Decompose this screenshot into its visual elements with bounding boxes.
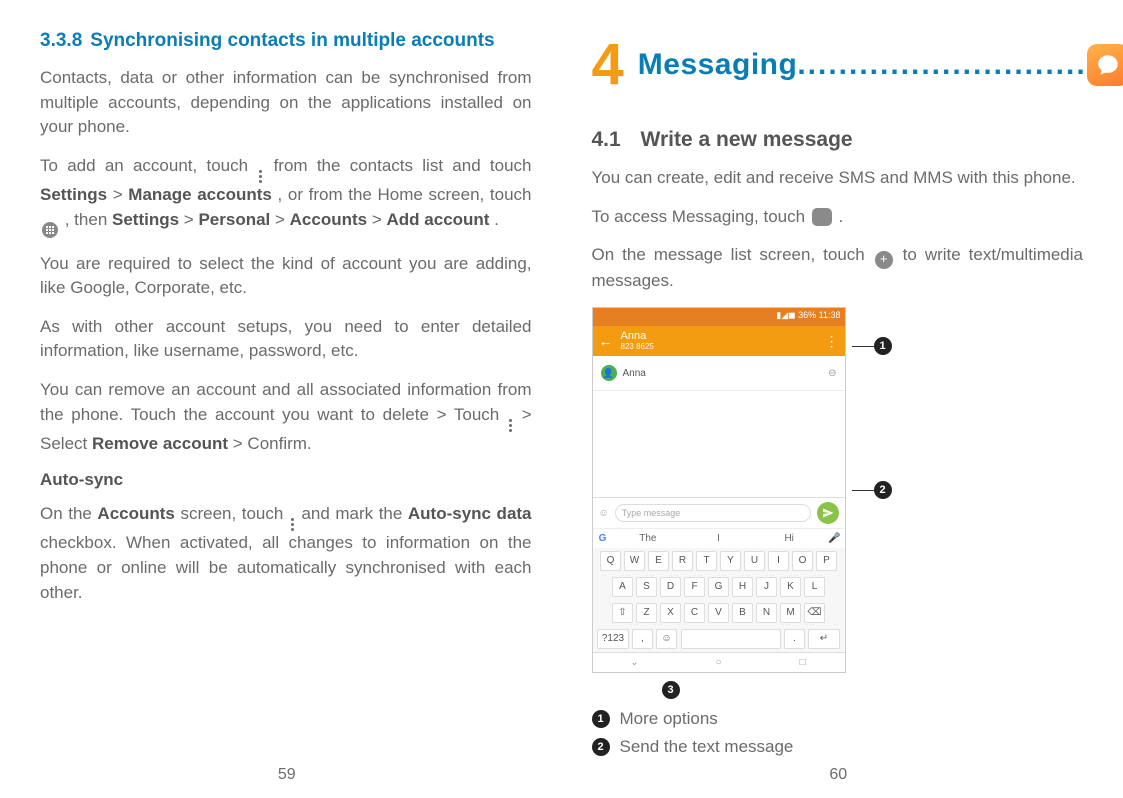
message-input: Type message xyxy=(615,504,811,522)
keyboard-key: M xyxy=(780,603,801,623)
contact-name: Anna xyxy=(621,331,654,342)
keyboard-key: A xyxy=(612,577,633,597)
paragraph: On the message list screen, touch + to w… xyxy=(592,243,1084,293)
keyboard-key: ⌫ xyxy=(804,603,825,623)
keyboard-key: I xyxy=(768,551,789,571)
keyboard-key: U xyxy=(744,551,765,571)
page-60: 4 Messaging............................ … xyxy=(562,0,1123,798)
keyboard-key: C xyxy=(684,603,705,623)
keyboard-key: ⇧ xyxy=(612,603,633,623)
page-59: 3.3.8 Synchronising contacts in multiple… xyxy=(0,0,562,798)
more-options-icon: ⋮ xyxy=(825,333,839,350)
keyboard-key: G xyxy=(708,577,729,597)
more-vert-icon xyxy=(509,419,512,432)
messaging-bubble-icon xyxy=(812,208,832,226)
keyboard-key: D xyxy=(660,577,681,597)
keyboard-key: T xyxy=(696,551,717,571)
callout-2: 2 xyxy=(852,481,892,499)
keyboard-key: E xyxy=(648,551,669,571)
section-title: Synchronising contacts in multiple accou… xyxy=(90,30,494,52)
keyboard-key: N xyxy=(756,603,777,623)
more-vert-icon xyxy=(259,170,262,183)
legend-item-1: 1 More options xyxy=(592,709,1084,729)
status-bar: ▮◢◼ 36% 11:38 xyxy=(593,308,845,326)
avatar-icon: 👤 xyxy=(601,365,617,381)
apps-grid-icon xyxy=(42,222,58,238)
keyboard-key: X xyxy=(660,603,681,623)
page-number-right: 60 xyxy=(592,766,1086,784)
paragraph: On the Accounts screen, touch and mark t… xyxy=(40,502,532,605)
keyboard-key: R xyxy=(672,551,693,571)
keyboard: QWERTYUIOP ASDFGHJKL ⇧ZXCVBNM⌫ ?123 , ☺ … xyxy=(593,548,845,652)
speech-bubble-icon xyxy=(1095,52,1121,78)
nav-home-icon: ○ xyxy=(677,657,761,668)
keyboard-key: L xyxy=(804,577,825,597)
keyboard-key: Y xyxy=(720,551,741,571)
chapter-number: 4 xyxy=(592,36,624,94)
keyboard-key: O xyxy=(792,551,813,571)
nav-recent-icon: □ xyxy=(761,657,845,668)
paragraph: As with other account setups, you need t… xyxy=(40,315,532,364)
send-icon xyxy=(822,507,834,519)
contact-phone: 823 8625 xyxy=(621,342,654,351)
symbols-key: ?123 xyxy=(597,629,629,649)
keyboard-key: K xyxy=(780,577,801,597)
recipient-chip: 👤 Anna ⊖ xyxy=(593,356,845,391)
autosync-heading: Auto-sync xyxy=(40,470,532,490)
figure-callouts: 1 2 xyxy=(852,307,892,499)
keyboard-key: Q xyxy=(600,551,621,571)
legend-item-2: 2 Send the text message xyxy=(592,737,1084,757)
compose-row: ☺ Type message xyxy=(593,497,845,528)
keyboard-key: Z xyxy=(636,603,657,623)
paragraph: You can create, edit and receive SMS and… xyxy=(592,166,1084,191)
back-arrow-icon: ← xyxy=(599,333,613,349)
chapter-header: 4 Messaging............................ xyxy=(592,36,1084,94)
keyboard-key: P xyxy=(816,551,837,571)
section-number: 3.3.8 xyxy=(40,30,82,52)
nav-bar: ⌄ ○ □ xyxy=(593,652,845,672)
section-heading-3-3-8: 3.3.8 Synchronising contacts in multiple… xyxy=(40,30,532,52)
google-icon: G xyxy=(593,529,613,548)
emoji-icon: ☺ xyxy=(599,508,609,519)
remove-chip-icon: ⊖ xyxy=(828,368,836,379)
chapter-title: Messaging............................ xyxy=(638,48,1087,82)
paragraph: To access Messaging, touch . xyxy=(592,205,1084,230)
message-area xyxy=(593,391,845,497)
suggestion-bar: G The I Hi 🎤 xyxy=(593,528,845,548)
keyboard-key: S xyxy=(636,577,657,597)
keyboard-key: F xyxy=(684,577,705,597)
figure-legend: 1 More options 2 Send the text message xyxy=(592,709,1084,757)
keyboard-key: J xyxy=(756,577,777,597)
nav-down-icon: ⌄ xyxy=(593,657,677,668)
callout-1: 1 xyxy=(852,337,892,355)
paragraph: To add an account, touch from the contac… xyxy=(40,154,532,238)
more-vert-icon xyxy=(291,518,294,531)
compose-plus-icon: + xyxy=(875,251,893,269)
keyboard-key: W xyxy=(624,551,645,571)
keyboard-key: V xyxy=(708,603,729,623)
paragraph: Contacts, data or other information can … xyxy=(40,66,532,140)
phone-screenshot-figure: ▮◢◼ 36% 11:38 ← Anna 823 8625 ⋮ 👤 Anna ⊖ xyxy=(592,307,1084,673)
page-number-left: 59 xyxy=(40,766,534,784)
keyboard-key: H xyxy=(732,577,753,597)
spacebar-key xyxy=(681,629,781,649)
messaging-app-icon xyxy=(1087,44,1123,86)
paragraph: You are required to select the kind of a… xyxy=(40,252,532,301)
return-key: ↵ xyxy=(808,629,840,649)
app-title-bar: ← Anna 823 8625 ⋮ xyxy=(593,326,845,356)
send-button xyxy=(817,502,839,524)
keyboard-key: B xyxy=(732,603,753,623)
section-heading-4-1: 4.1 Write a new message xyxy=(592,128,1084,152)
mic-icon: 🎤 xyxy=(825,529,845,548)
paragraph: You can remove an account and all associ… xyxy=(40,378,532,456)
callout-3: 3 xyxy=(662,681,1084,699)
phone-mockup: ▮◢◼ 36% 11:38 ← Anna 823 8625 ⋮ 👤 Anna ⊖ xyxy=(592,307,846,673)
